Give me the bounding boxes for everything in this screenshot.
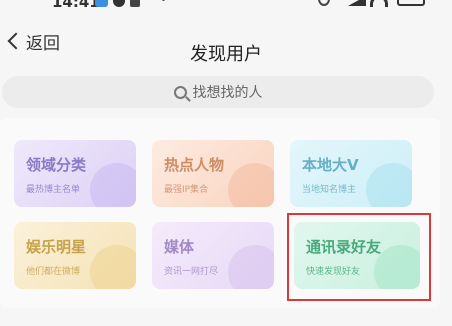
card-subtitle: 快速发现好友 (306, 267, 361, 277)
category-card-media[interactable]: 媒体 资讯一网打尽 (152, 222, 274, 289)
top-nav: 返回 发现用户 (0, 16, 452, 66)
chevron-left-icon (7, 32, 25, 50)
search-input[interactable]: 找想找的人 (2, 76, 434, 108)
decoration-shape (90, 245, 136, 289)
card-title: 本地大V (302, 156, 359, 174)
card-subtitle: 资讯一网打尽 (164, 267, 219, 277)
decoration-shape (366, 163, 412, 207)
card-subtitle: 最强IP集合 (164, 185, 209, 195)
category-card-local-v[interactable]: 本地大V 当地知名博主 (290, 140, 412, 207)
search-icon (173, 85, 187, 99)
back-label: 返回 (26, 33, 60, 54)
alarm-icon (318, 0, 330, 6)
back-button[interactable]: 返回 (2, 26, 60, 56)
category-card-hot-people[interactable]: 热点人物 最强IP集合 (152, 140, 274, 207)
notification-icon (113, 0, 125, 7)
card-subtitle: 他们都在微博 (26, 267, 81, 277)
wifi-icon (370, 0, 388, 7)
play-icon (228, 245, 274, 289)
more-notifications-icon (162, 0, 165, 1)
card-title: 娱乐明星 (26, 238, 87, 256)
status-time: 14:41 (52, 0, 100, 11)
notification-icon (130, 0, 140, 7)
decoration-shape (228, 163, 274, 207)
card-subtitle: 当地知名博主 (302, 185, 357, 195)
card-title: 热点人物 (164, 156, 225, 174)
search-placeholder: 找想找的人 (192, 85, 263, 101)
decoration-shape (90, 163, 136, 207)
status-bar: 14:41 (0, 0, 452, 16)
card-title: 通讯录好友 (306, 238, 382, 256)
bottom-area (0, 308, 452, 326)
category-card-celebrities[interactable]: 娱乐明星 他们都在微博 (14, 222, 136, 289)
category-card-domain[interactable]: 领域分类 最热博主名单 (14, 140, 136, 207)
notification-icon (95, 0, 108, 7)
card-title: 领域分类 (26, 156, 87, 174)
page-title: 发现用户 (190, 44, 262, 65)
battery-icon (397, 0, 425, 6)
signal-icon (348, 0, 366, 6)
card-title: 媒体 (164, 238, 195, 256)
category-card-contacts[interactable]: 通讯录好友 快速发现好友 (294, 222, 420, 289)
card-subtitle: 最热博主名单 (26, 185, 81, 195)
